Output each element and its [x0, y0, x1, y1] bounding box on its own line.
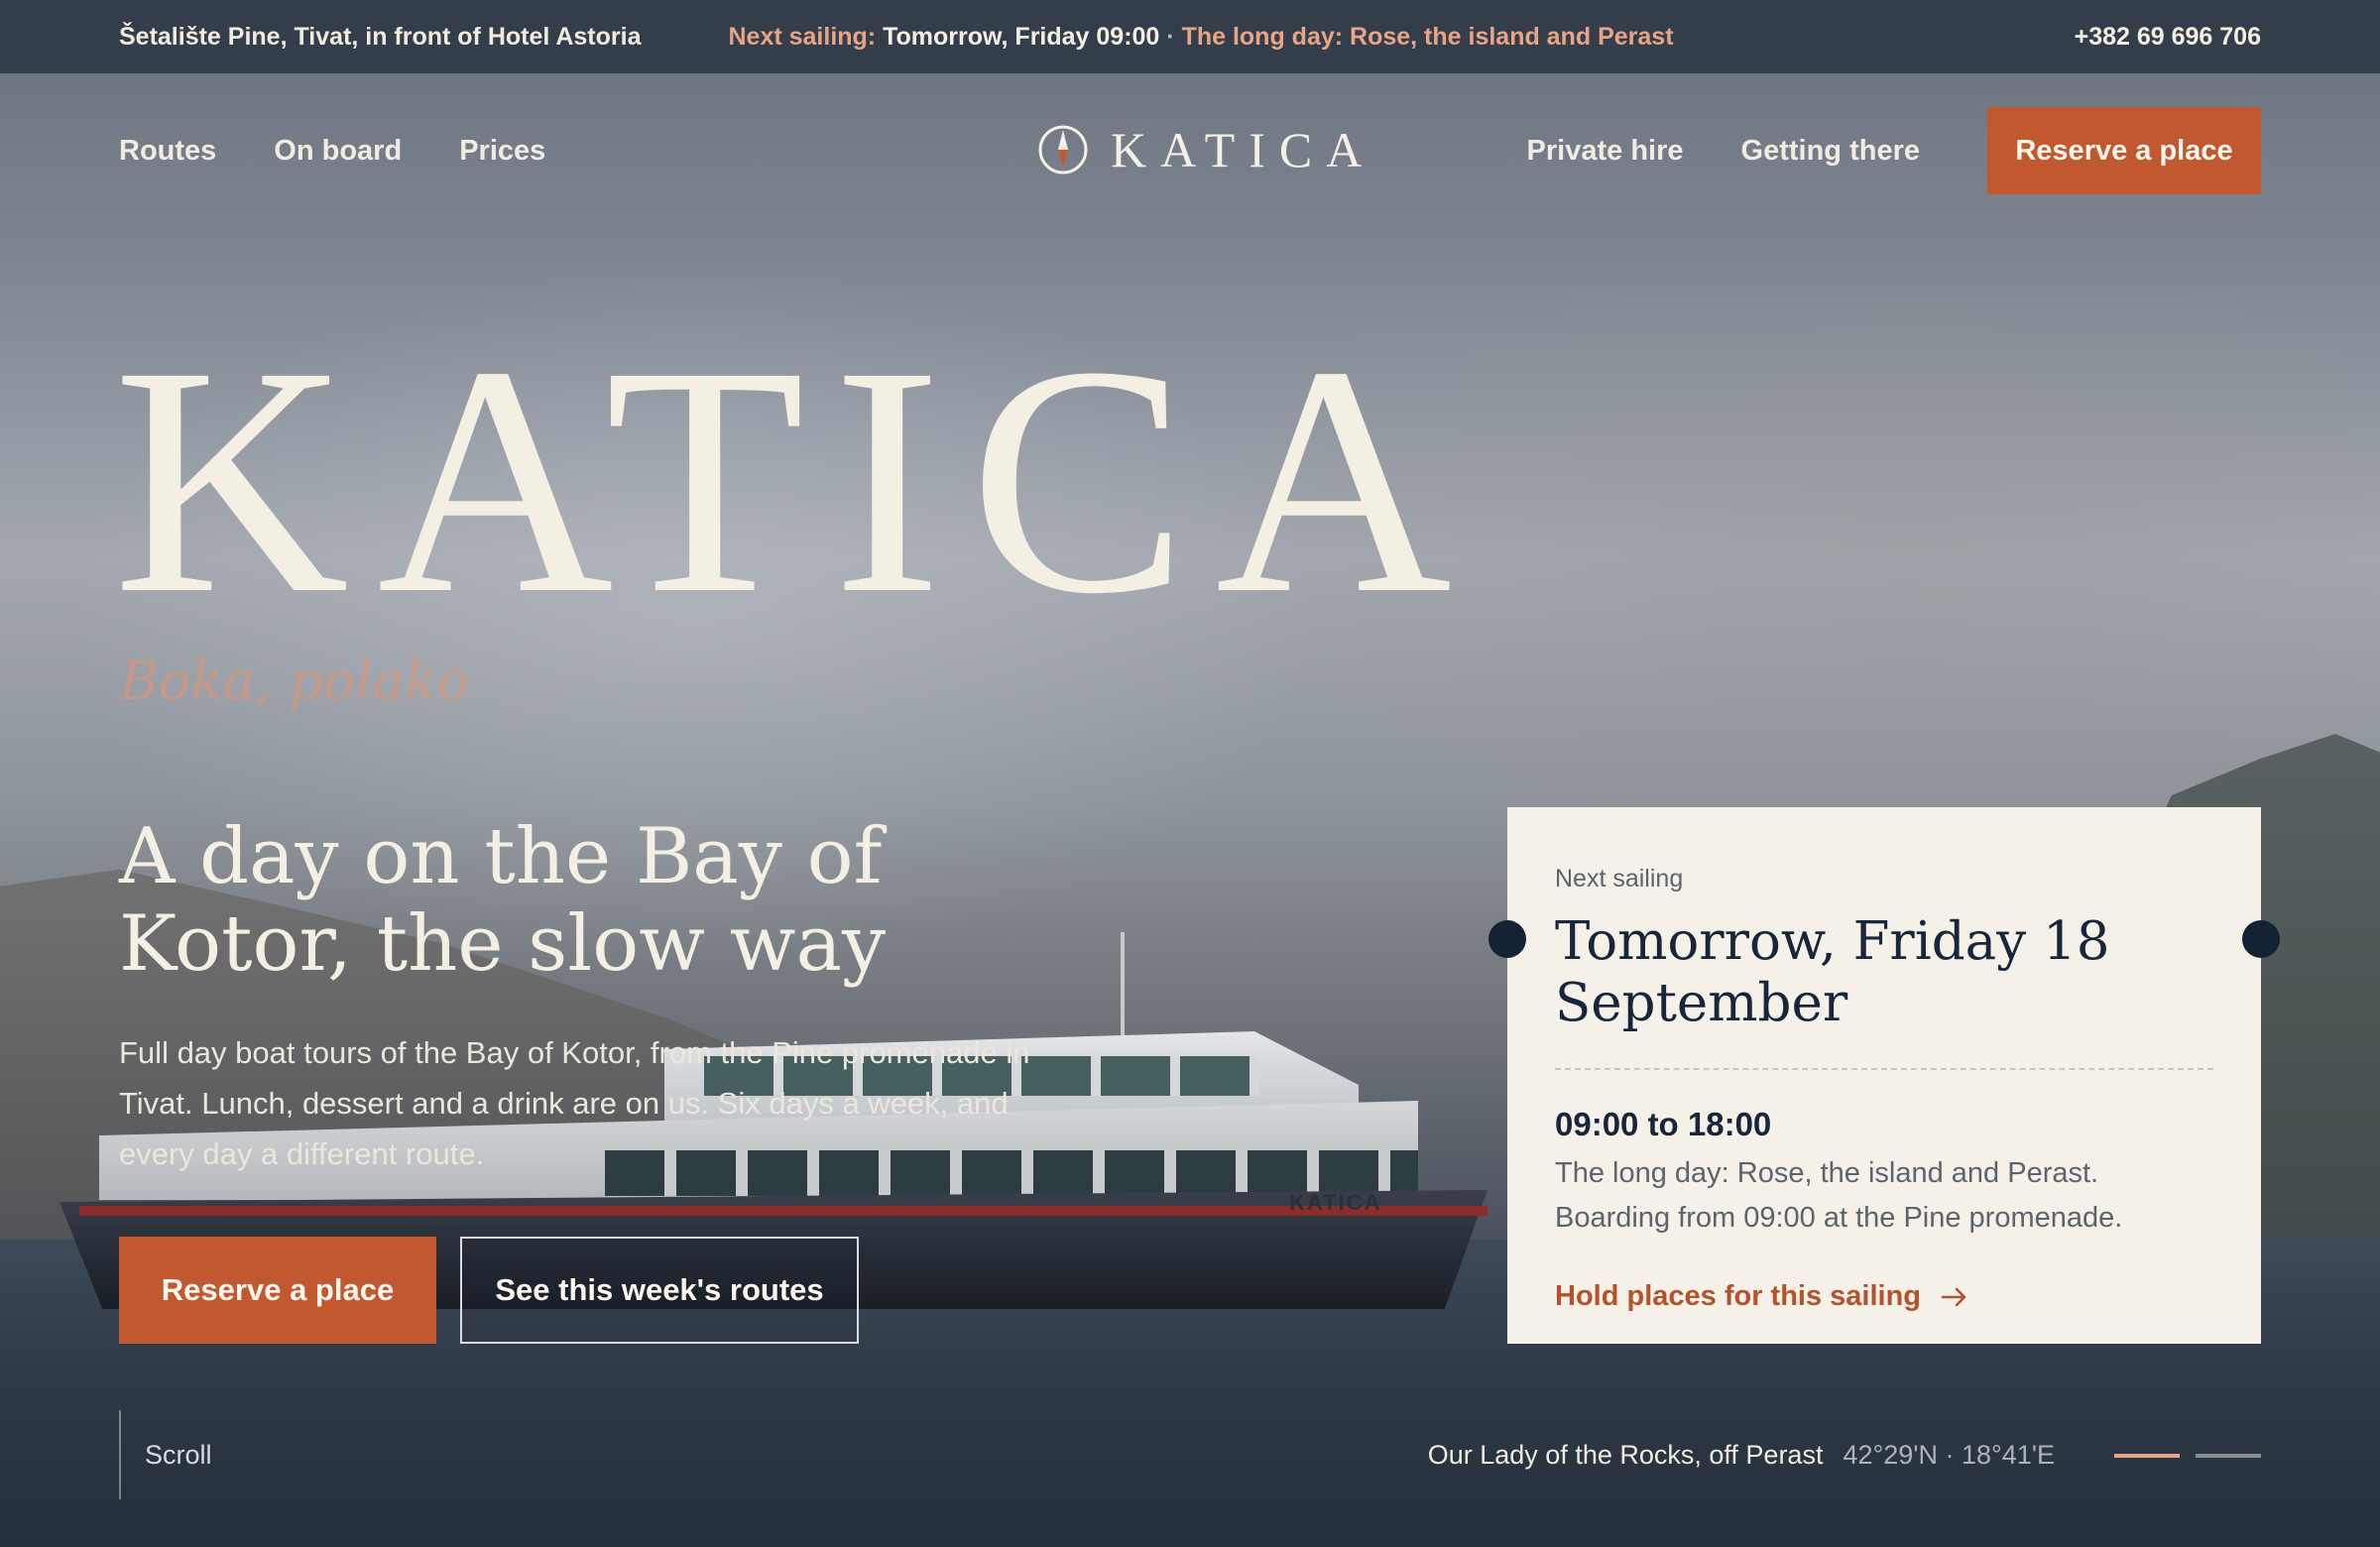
nav-link-private-hire[interactable]: Private hire [1527, 135, 1684, 168]
next-sailing-label: Next sailing: [728, 22, 877, 51]
scroll-indicator[interactable]: Scroll [119, 1410, 212, 1499]
slide-indicators [2114, 1453, 2261, 1458]
photo-place: Our Lady of the Rocks, off Perast [1427, 1440, 1824, 1470]
compass-icon [1038, 125, 1088, 175]
hero-title: KATICA [113, 299, 1480, 661]
photo-caption: Our Lady of the Rocks, off Perast 42°29'… [1428, 1440, 2261, 1471]
location-text: Šetalište Pine, Tivat, in front of Hotel… [119, 22, 642, 51]
see-routes-button[interactable]: See this week's routes [460, 1237, 859, 1344]
nav-reserve-button[interactable]: Reserve a place [1987, 107, 2261, 194]
site-logo[interactable]: KATICA [1037, 121, 1375, 178]
ticket-notch-right [2242, 920, 2280, 958]
hero-tagline: Boka, polako [119, 650, 470, 712]
next-sailing-card: Next sailing Tomorrow, Friday 18 Septemb… [1488, 807, 2280, 1344]
hero-actions: Reserve a place See this week's routes [119, 1237, 859, 1344]
boat-mast [1121, 932, 1125, 1041]
nav-link-routes[interactable]: Routes [119, 135, 216, 168]
card-date: Tomorrow, Friday 18 September [1555, 911, 2110, 1033]
next-sailing-route: The long day: Rose, the island and Peras… [1181, 22, 1674, 51]
photo-coordinates: 42°29'N · 18°41'E [1843, 1440, 2055, 1470]
slide-indicator-1[interactable] [2114, 1453, 2180, 1458]
hero-description: Full day boat tours of the Bay of Kotor,… [119, 1035, 1030, 1171]
card-label: Next sailing [1555, 865, 1684, 892]
nav-link-prices[interactable]: Prices [459, 135, 545, 168]
nav-left-group: Routes On board Prices [119, 135, 545, 168]
card-divider [1555, 1068, 2213, 1070]
announcement-bar: Šetalište Pine, Tivat, in front of Hotel… [0, 0, 2380, 73]
nav-right-group: Private hire Getting there Reserve a pla… [1527, 107, 2261, 194]
scroll-label: Scroll [145, 1439, 212, 1470]
hold-places-link[interactable]: Hold places for this sailing [1555, 1280, 2213, 1313]
ticket-notch-left [1488, 920, 1526, 958]
boat-hull-stripe [79, 1206, 1488, 1216]
reserve-place-button[interactable]: Reserve a place [119, 1237, 436, 1344]
separator: · [1166, 22, 1175, 51]
nav-link-getting-there[interactable]: Getting there [1741, 135, 1920, 168]
logo-wordmark: KATICA [1111, 122, 1376, 178]
hero-heading: A day on the Bay of Kotor, the slow way [119, 812, 887, 989]
slide-indicator-2[interactable] [2196, 1453, 2261, 1458]
hold-places-label: Hold places for this sailing [1555, 1280, 1922, 1312]
card-route: The long day: Rose, the island and Peras… [1555, 1157, 2123, 1234]
card-time: 09:00 to 18:00 [1555, 1106, 1772, 1142]
phone-link[interactable]: +382 69 696 706 [2075, 23, 2261, 52]
boat-name-text: KATICA [1289, 1190, 1382, 1215]
main-navigation: Routes On board Prices KATICA Private hi… [0, 73, 2380, 228]
next-sailing-time: Tomorrow, Friday 09:00 [883, 22, 1160, 51]
next-sailing-banner[interactable]: Next sailing: Tomorrow, Friday 09:00 · T… [728, 23, 1673, 52]
nav-link-on-board[interactable]: On board [274, 135, 402, 168]
arrow-right-icon [1941, 1287, 1966, 1306]
